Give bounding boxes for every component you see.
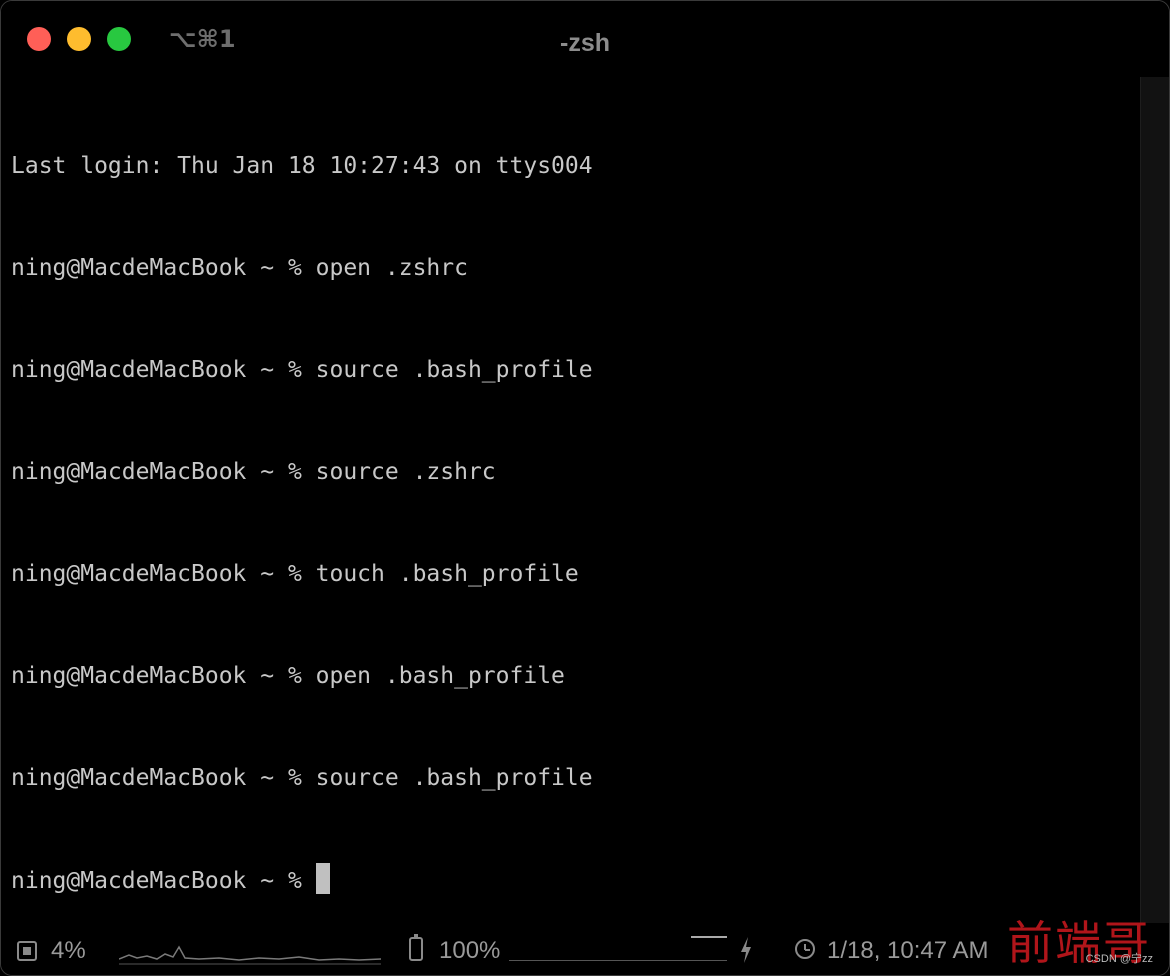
terminal-line: ning@MacdeMacBook ~ % source .bash_profi… <box>11 765 593 791</box>
battery-graph-level <box>691 936 727 938</box>
terminal-prompt-line[interactable]: ning@MacdeMacBook ~ % <box>11 863 1131 897</box>
bolt-icon <box>741 937 751 963</box>
clock-text: 1/18, 10:47 AM <box>827 937 989 964</box>
terminal-line: ning@MacdeMacBook ~ % source .bash_profi… <box>11 357 593 383</box>
terminal-window: ⌥⌘1 -zsh Last login: Thu Jan 18 10:27:43… <box>0 0 1170 976</box>
cpu-graph <box>119 945 381 965</box>
clock-icon <box>795 939 815 959</box>
battery-level: 100% <box>439 937 501 964</box>
cpu-icon <box>17 941 37 961</box>
status-bar: 4% 100% 1/18, 10:47 AM 前端哥 CSDN @宁zz <box>1 917 1169 975</box>
cpu-usage: 4% <box>51 937 86 964</box>
battery-icon <box>409 934 423 961</box>
terminal-output[interactable]: Last login: Thu Jan 18 10:27:43 on ttys0… <box>11 81 1131 921</box>
prompt: ning@MacdeMacBook ~ % <box>11 868 316 894</box>
text-cursor <box>315 863 330 894</box>
watermark-source: CSDN @宁zz <box>1085 953 1153 965</box>
title-bar[interactable]: ⌥⌘1 -zsh <box>1 1 1169 77</box>
terminal-line: Last login: Thu Jan 18 10:27:43 on ttys0… <box>11 153 593 179</box>
terminal-line: ning@MacdeMacBook ~ % open .bash_profile <box>11 663 565 689</box>
scrollbar[interactable] <box>1140 77 1169 923</box>
terminal-line: ning@MacdeMacBook ~ % touch .bash_profil… <box>11 561 579 587</box>
terminal-line: ning@MacdeMacBook ~ % open .zshrc <box>11 255 468 281</box>
terminal-line: ning@MacdeMacBook ~ % source .zshrc <box>11 459 496 485</box>
window-title: -zsh <box>560 29 610 57</box>
battery-graph <box>509 960 727 961</box>
